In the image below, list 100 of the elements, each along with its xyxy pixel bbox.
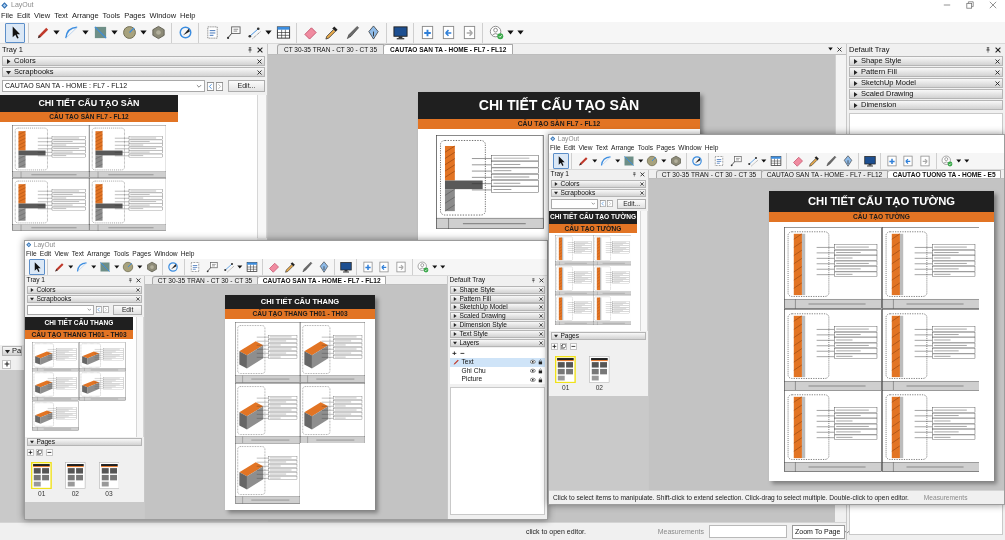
caret-down-icon[interactable] [113, 264, 120, 269]
close-icon[interactable] [538, 287, 543, 292]
page-back-icon[interactable] [207, 81, 214, 91]
restore-icon[interactable] [966, 1, 974, 9]
eye-icon[interactable] [530, 368, 536, 374]
more-caret-icon[interactable] [439, 264, 446, 269]
more-caret-icon[interactable] [963, 158, 970, 163]
remove-button[interactable] [569, 342, 577, 350]
caret-down-icon[interactable] [507, 30, 514, 35]
caret-down-icon[interactable] [828, 47, 833, 51]
scrollbar[interactable] [257, 95, 267, 238]
dimension-icon [222, 260, 235, 273]
scrollbar[interactable] [136, 316, 144, 437]
close-icon[interactable] [538, 314, 543, 319]
close-icon[interactable] [995, 58, 1000, 64]
caret-down-icon[interactable] [82, 30, 89, 35]
chevron-down-icon [844, 528, 851, 535]
close-icon[interactable] [538, 322, 543, 327]
dimension-icon [746, 154, 759, 167]
caret-down-icon[interactable] [431, 264, 438, 269]
scrollbar[interactable] [835, 55, 846, 134]
pin-icon[interactable] [128, 278, 133, 283]
close-icon[interactable] [538, 296, 543, 301]
caret-down-icon[interactable] [111, 30, 118, 35]
eye-icon[interactable] [530, 359, 536, 365]
duplicate-button[interactable] [36, 448, 44, 456]
close-icon[interactable] [257, 69, 262, 75]
close-icon[interactable] [538, 305, 543, 310]
caret-down-icon[interactable] [137, 264, 143, 269]
stair-section-drawing [32, 341, 79, 372]
measurements-field[interactable] [709, 525, 787, 538]
pin-icon[interactable] [632, 172, 637, 177]
caret-down-icon[interactable] [67, 264, 74, 269]
caret-down-icon[interactable] [955, 158, 962, 163]
pin-icon[interactable] [531, 278, 536, 283]
close-icon[interactable] [995, 69, 1000, 75]
page-back-icon[interactable] [600, 200, 606, 208]
pen-nib-icon [842, 154, 855, 167]
caret-down-icon[interactable] [591, 158, 598, 163]
close-icon[interactable] [640, 172, 645, 177]
close-icon[interactable] [135, 296, 140, 301]
plus-icon[interactable] [452, 350, 457, 356]
text-box-icon [204, 25, 220, 40]
rectangle-icon [623, 154, 636, 167]
close-icon[interactable] [639, 181, 644, 186]
add-button[interactable] [550, 342, 558, 350]
close-icon[interactable] [538, 331, 543, 336]
caret-down-icon[interactable] [265, 30, 272, 35]
lock-icon[interactable] [538, 376, 543, 383]
caret-down-icon[interactable] [237, 264, 244, 269]
pen-nib-icon [365, 25, 381, 40]
pin-icon[interactable] [247, 46, 253, 53]
select-tool-button[interactable] [5, 22, 25, 43]
close-icon[interactable] [995, 80, 1000, 86]
minus-icon[interactable] [459, 350, 465, 356]
title-banner: CHI TIẾT CẤU TẠO SÀN [0, 95, 178, 112]
page-forward-icon[interactable] [103, 306, 109, 314]
caret-down-icon[interactable] [661, 158, 667, 163]
caret-down-icon[interactable] [53, 30, 60, 35]
stair-section-drawing [32, 371, 79, 401]
caret-down-icon[interactable] [637, 158, 644, 163]
page-forward-icon[interactable] [216, 81, 223, 91]
rectangle-icon [92, 25, 108, 40]
monitor-icon [339, 260, 352, 273]
pen-nib-icon [318, 260, 331, 273]
more-caret-icon[interactable] [517, 30, 524, 35]
wall-section-drawing [593, 295, 632, 326]
wall-section-drawing [554, 235, 593, 266]
pin-icon[interactable] [985, 46, 991, 53]
caret-down-icon[interactable] [140, 30, 147, 35]
close-icon[interactable] [136, 278, 141, 283]
add-button[interactable] [26, 448, 34, 456]
page-forward-icon[interactable] [607, 200, 613, 208]
wall-section-drawing [593, 265, 632, 296]
close-icon[interactable] [257, 46, 263, 53]
eyedropper-icon [808, 154, 821, 167]
scrollbar[interactable] [640, 210, 648, 331]
lock-icon[interactable] [538, 368, 543, 374]
close-icon[interactable] [539, 278, 544, 283]
caret-down-icon[interactable] [614, 158, 621, 163]
close-icon[interactable] [257, 58, 262, 64]
close-icon[interactable] [639, 190, 644, 195]
plus-icon [27, 449, 33, 455]
caret-down-icon[interactable] [90, 264, 97, 269]
caret-down-icon[interactable] [761, 158, 768, 163]
hexagon-icon [145, 260, 158, 273]
title-banner: CHI TIẾT CẤU TẠO TƯỜNG [769, 191, 994, 213]
circle-icon [121, 25, 137, 40]
eye-icon[interactable] [530, 376, 536, 383]
knife-icon [344, 25, 360, 40]
close-icon[interactable] [837, 46, 842, 52]
hexagon-icon [150, 25, 166, 40]
close-icon[interactable] [538, 340, 543, 345]
remove-button[interactable] [45, 448, 53, 456]
wall-section-drawing [593, 235, 632, 266]
lock-icon[interactable] [538, 359, 543, 365]
duplicate-button[interactable] [560, 342, 568, 350]
page-back-icon[interactable] [96, 306, 102, 314]
close-icon[interactable] [135, 287, 140, 292]
close-icon[interactable] [995, 46, 1001, 53]
